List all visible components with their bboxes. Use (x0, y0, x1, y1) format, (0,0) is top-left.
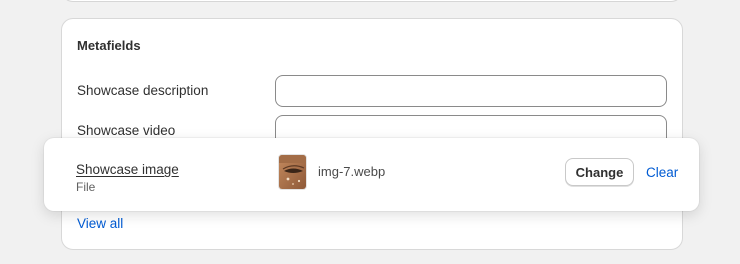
metafields-page: Metafields Showcase description Showcase… (0, 0, 740, 264)
previous-card (61, 0, 683, 2)
showcase-image-row: Showcase image File img-7.webp Change Cl… (44, 138, 699, 211)
showcase-video-label: Showcase video (77, 123, 176, 138)
clear-button[interactable]: Clear (646, 165, 678, 180)
showcase-image-label[interactable]: Showcase image (76, 162, 179, 177)
view-all-link[interactable]: View all (77, 216, 123, 231)
image-thumbnail[interactable] (278, 154, 307, 190)
metafields-title: Metafields (77, 38, 141, 53)
showcase-image-type: File (76, 180, 96, 194)
showcase-description-input[interactable] (275, 75, 667, 107)
change-button[interactable]: Change (565, 158, 634, 186)
showcase-description-label: Showcase description (77, 83, 209, 98)
metafields-card: Metafields Showcase description Showcase… (61, 18, 683, 250)
file-name: img-7.webp (318, 164, 386, 179)
face-thumbnail-icon (279, 155, 306, 189)
